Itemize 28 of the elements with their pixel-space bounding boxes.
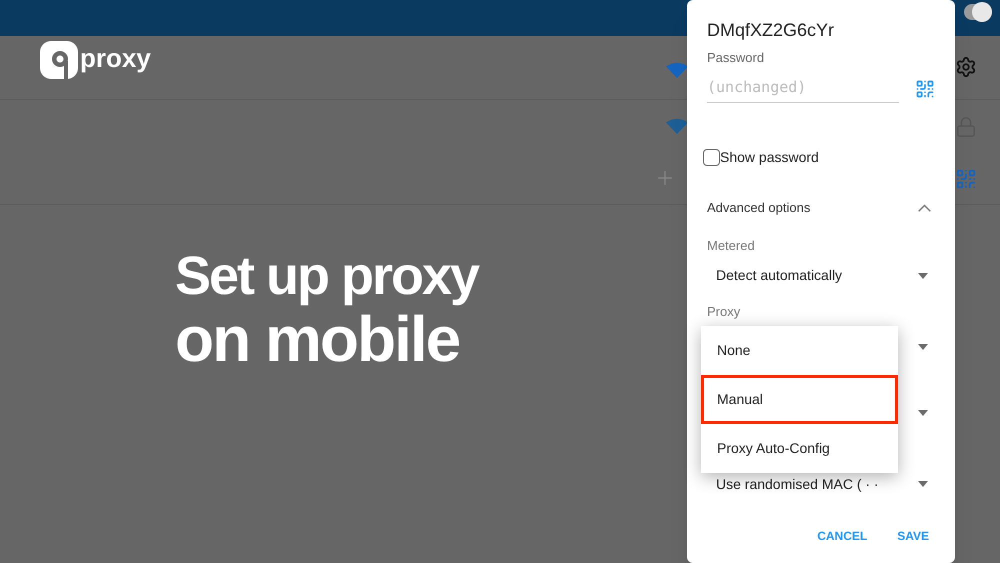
advanced-options-toggle[interactable]: Advanced options	[707, 198, 935, 218]
proxy-label: Proxy	[707, 303, 742, 321]
dropdown-caret-icon	[918, 272, 928, 278]
proxy-menu-item[interactable]: None	[701, 326, 898, 375]
qr-code-icon[interactable]	[915, 79, 935, 100]
wifi-icon	[666, 118, 688, 134]
privacy-dropdown[interactable]: Use randomised MAC ( · ·	[707, 474, 935, 494]
dropdown-caret-icon	[918, 410, 928, 416]
logo-icon	[40, 40, 78, 78]
password-field[interactable]: (unchanged)	[707, 76, 899, 103]
password-label: Password	[707, 49, 766, 67]
dropdown-caret-icon	[918, 344, 928, 350]
dropdown-caret-icon	[918, 481, 928, 487]
proxy-menu-item[interactable]: Proxy Auto-Config	[701, 424, 898, 473]
proxy-menu-item[interactable]: Manual	[701, 375, 898, 424]
metered-dropdown[interactable]: Detect automatically	[707, 265, 935, 286]
settings-icon[interactable]	[955, 56, 977, 78]
metered-label: Metered	[707, 236, 756, 254]
logo-text: proxy	[80, 44, 151, 70]
chevron-up-icon	[918, 204, 931, 212]
wifi-icon	[666, 62, 688, 78]
network-name: DMqfXZ2G6cYr	[707, 19, 836, 42]
headline: on mobile	[175, 307, 460, 371]
lock-icon	[955, 116, 977, 138]
toggle-switch[interactable]	[964, 4, 992, 20]
show-password-checkbox[interactable]: Show password	[703, 147, 935, 168]
checkbox-box[interactable]	[703, 149, 720, 166]
headline: Set up proxy	[175, 249, 478, 303]
